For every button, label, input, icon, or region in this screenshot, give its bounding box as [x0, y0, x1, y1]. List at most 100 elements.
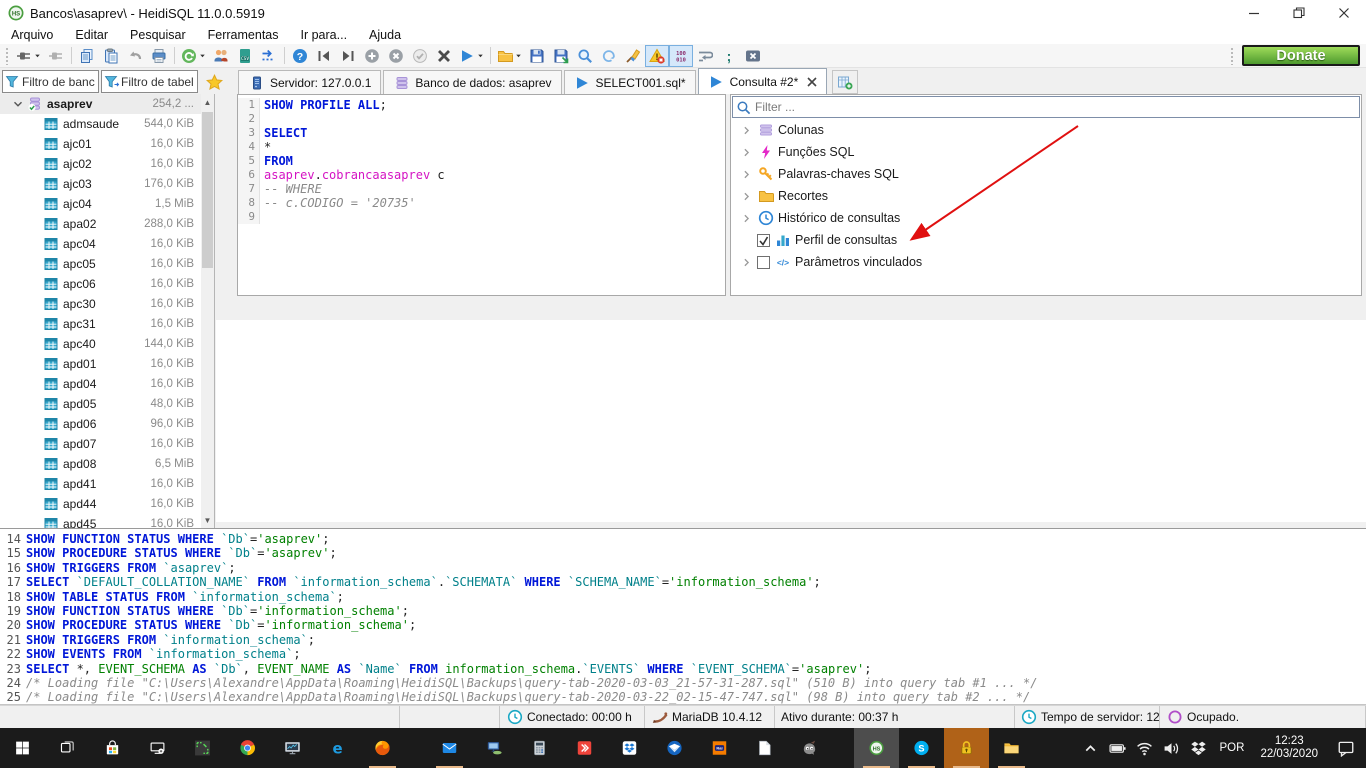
taskbar-heidisql[interactable]: HS: [854, 728, 899, 768]
discard-changes-button[interactable]: [432, 45, 456, 67]
cancel-row-button[interactable]: [384, 45, 408, 67]
battery[interactable]: [1104, 728, 1131, 768]
refresh-button[interactable]: [178, 45, 209, 67]
sidebar-table-apc04[interactable]: apc0416,0 KiB: [0, 234, 202, 254]
donate-button[interactable]: Donate: [1242, 45, 1360, 66]
minimize-button[interactable]: [1231, 0, 1276, 26]
sql-log[interactable]: 14SHOW FUNCTION STATUS WHERE `Db`='asapr…: [0, 528, 1366, 705]
helper-item-historico-de-consultas[interactable]: Histórico de consultas: [731, 207, 1361, 229]
new-query-tab-button[interactable]: [832, 70, 858, 94]
taskbar-performance-monitor[interactable]: [270, 728, 315, 768]
menu-ir-para[interactable]: Ir para...: [290, 26, 359, 44]
open-file-button[interactable]: [494, 45, 525, 67]
taskbar-dropbox[interactable]: [607, 728, 652, 768]
taskbar-edge[interactable]: e: [315, 728, 360, 768]
perfil-de-consultas-checkbox[interactable]: [757, 234, 770, 247]
donate-grip[interactable]: [1230, 47, 1235, 65]
close-query-tab-button[interactable]: [741, 45, 765, 67]
taskbar-rai[interactable]: Rai: [697, 728, 742, 768]
dropdown-caret-icon[interactable]: [33, 51, 42, 60]
sidebar-table-apd45[interactable]: apd4516,0 KiB: [0, 514, 202, 528]
helper-item-perfil-de-consultas[interactable]: Perfil de consultas: [731, 229, 1361, 251]
chevron-right-icon[interactable]: [739, 190, 753, 203]
sidebar-table-admsaude[interactable]: admsaude544,0 KiB: [0, 114, 202, 134]
helper-item-colunas[interactable]: Colunas: [731, 119, 1361, 141]
close-button[interactable]: [1321, 0, 1366, 26]
follow-foreign-key-button[interactable]: [257, 45, 281, 67]
clean-button[interactable]: [621, 45, 645, 67]
go-last-button[interactable]: [336, 45, 360, 67]
taskbar-microsoft-store[interactable]: [90, 728, 135, 768]
sidebar-table-ajc03[interactable]: ajc03176,0 KiB: [0, 174, 202, 194]
help-button[interactable]: ?: [288, 45, 312, 67]
helper-filter-input[interactable]: [733, 97, 1359, 117]
chevron-right-icon[interactable]: [739, 146, 753, 159]
menu-ferramentas[interactable]: Ferramentas: [197, 26, 290, 44]
restore-button[interactable]: [1276, 0, 1321, 26]
stop-on-errors-button[interactable]: [645, 45, 669, 67]
taskbar-gimp[interactable]: [787, 728, 832, 768]
sidebar-table-apd07[interactable]: apd0716,0 KiB: [0, 434, 202, 454]
taskbar-chrome[interactable]: [225, 728, 270, 768]
chevron-right-icon[interactable]: [739, 212, 753, 225]
user-manager-button[interactable]: [209, 45, 233, 67]
dropbox-tray[interactable]: [1185, 728, 1212, 768]
sidebar-table-ajc04[interactable]: ajc041,5 MiB: [0, 194, 202, 214]
connect-button[interactable]: [13, 45, 44, 67]
sidebar-table-apc05[interactable]: apc0516,0 KiB: [0, 254, 202, 274]
sidebar-table-ajc02[interactable]: ajc0216,0 KiB: [0, 154, 202, 174]
toolbar-grip[interactable]: [5, 47, 10, 65]
scroll-up-icon[interactable]: ▲: [201, 94, 214, 110]
sidebar-table-apc30[interactable]: apc3016,0 KiB: [0, 294, 202, 314]
taskbar-libreoffice[interactable]: [742, 728, 787, 768]
taskbar-remote-computer[interactable]: [472, 728, 517, 768]
sidebar-table-ajc01[interactable]: ajc0116,0 KiB: [0, 134, 202, 154]
undo-button[interactable]: [123, 45, 147, 67]
chevron-right-icon[interactable]: [739, 168, 753, 181]
wrap-lines-button[interactable]: [693, 45, 717, 67]
helper-item-palavras-chaves-sql[interactable]: Palavras-chaves SQL: [731, 163, 1361, 185]
sidebar-table-apc06[interactable]: apc0616,0 KiB: [0, 274, 202, 294]
menu-ajuda[interactable]: Ajuda: [358, 26, 412, 44]
taskbar-thunderbird[interactable]: [652, 728, 697, 768]
sidebar-table-apc31[interactable]: apc3116,0 KiB: [0, 314, 202, 334]
go-first-button[interactable]: [312, 45, 336, 67]
chevron-right-icon[interactable]: [739, 256, 753, 269]
taskbar-connect-display[interactable]: [135, 728, 180, 768]
sidebar-table-apd01[interactable]: apd0116,0 KiB: [0, 354, 202, 374]
sidebar-table-apd04[interactable]: apd0416,0 KiB: [0, 374, 202, 394]
taskbar-task-view[interactable]: [45, 728, 90, 768]
helper-item-funcoes-sql[interactable]: Funções SQL: [731, 141, 1361, 163]
dropdown-caret-icon[interactable]: [198, 51, 207, 60]
tab-server[interactable]: Servidor: 127.0.0.1: [238, 70, 381, 94]
insert-row-button[interactable]: [360, 45, 384, 67]
sidebar-table-apd41[interactable]: apd4116,0 KiB: [0, 474, 202, 494]
print-button[interactable]: [147, 45, 171, 67]
sidebar-table-apa02[interactable]: apa02288,0 KiB: [0, 214, 202, 234]
scroll-down-icon[interactable]: ▼: [201, 512, 214, 528]
post-changes-button[interactable]: [408, 45, 432, 67]
tray-expand[interactable]: [1077, 728, 1104, 768]
taskbar-anydesk[interactable]: [562, 728, 607, 768]
favorites-star-icon[interactable]: [202, 70, 226, 94]
sidebar-table-apd06[interactable]: apd0696,0 KiB: [0, 414, 202, 434]
parametros-vinculados-checkbox[interactable]: [757, 256, 770, 269]
sidebar-table-apd05[interactable]: apd0548,0 KiB: [0, 394, 202, 414]
reformat-button[interactable]: [597, 45, 621, 67]
menu-pesquisar[interactable]: Pesquisar: [119, 26, 197, 44]
chevron-right-icon[interactable]: [739, 124, 753, 137]
binary-view-button[interactable]: 100010: [669, 45, 693, 67]
copy-button[interactable]: [75, 45, 99, 67]
action-center-icon[interactable]: [1326, 728, 1366, 768]
helper-item-recortes[interactable]: Recortes: [731, 185, 1361, 207]
scroll-thumb[interactable]: [202, 112, 213, 268]
taskbar-mail[interactable]: [427, 728, 472, 768]
taskbar-start[interactable]: [0, 728, 45, 768]
tree-scrollbar[interactable]: ▲ ▼: [201, 94, 214, 528]
sidebar-table-apc40[interactable]: apc40144,0 KiB: [0, 334, 202, 354]
run-query-button[interactable]: [456, 45, 487, 67]
language-indicator[interactable]: POR: [1212, 728, 1253, 768]
dropdown-caret-icon[interactable]: [476, 51, 485, 60]
paste-button[interactable]: [99, 45, 123, 67]
taskbar-clock[interactable]: 12:23 22/03/2020: [1252, 728, 1326, 768]
